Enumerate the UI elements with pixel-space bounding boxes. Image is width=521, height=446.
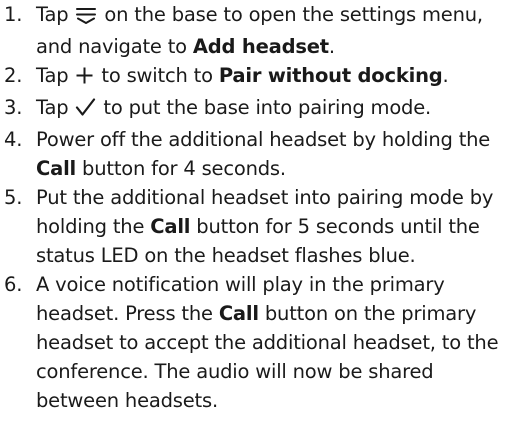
emphasized-term: Pair without docking <box>218 64 443 87</box>
step-text-segment: to put the base into pairing mode. <box>97 96 432 119</box>
step-item: 1. Tap on the base to open the settings m… <box>4 0 519 61</box>
step-number: 2. <box>4 64 23 87</box>
step-item: 2. Tap to switch to Pair without docking. <box>4 61 519 93</box>
emphasized-term: Call <box>150 215 191 238</box>
step-text-segment: button for 4 seconds. <box>76 157 286 180</box>
step-text: Tap to put the base into pairing mode. <box>36 93 519 125</box>
step-item: 6. A voice notification will play in the … <box>4 270 519 415</box>
step-text: Tap to switch to Pair without docking. <box>36 61 519 93</box>
step-item: 4. Power off the additional headset by ho… <box>4 125 519 183</box>
step-text: Tap on the base to open the settings men… <box>36 0 519 61</box>
emphasized-term: Call <box>36 157 77 180</box>
instruction-steps: 1. Tap on the base to open the settings m… <box>4 0 519 415</box>
step-text: A voice notification will play in the pr… <box>36 270 519 415</box>
step-number: 4. <box>4 128 23 151</box>
step-text-segment: Tap <box>36 96 75 119</box>
step-text-segment: Tap <box>36 3 75 26</box>
emphasized-term: Add headset <box>192 35 329 58</box>
step-number: 3. <box>4 96 23 119</box>
step-text-segment: Power off the additional headset by hold… <box>36 128 491 151</box>
step-number: 6. <box>4 273 23 296</box>
emphasized-term: Call <box>218 302 259 325</box>
step-item: 3. Tap to put the base into pairing mode. <box>4 93 519 125</box>
plus-icon <box>75 64 94 93</box>
step-number: 1. <box>4 3 23 26</box>
step-text-segment: . <box>442 64 449 87</box>
step-item: 5. Put the additional headset into pairin… <box>4 183 519 270</box>
step-number: 5. <box>4 186 23 209</box>
step-text: Power off the additional headset by hold… <box>36 125 519 183</box>
step-text-segment: . <box>328 35 335 58</box>
step-text-segment: Tap <box>36 64 75 87</box>
menu-icon <box>75 3 97 32</box>
step-text: Put the additional headset into pairing … <box>36 183 519 270</box>
step-text-segment: to switch to <box>95 64 219 87</box>
checkmark-icon <box>75 96 96 125</box>
